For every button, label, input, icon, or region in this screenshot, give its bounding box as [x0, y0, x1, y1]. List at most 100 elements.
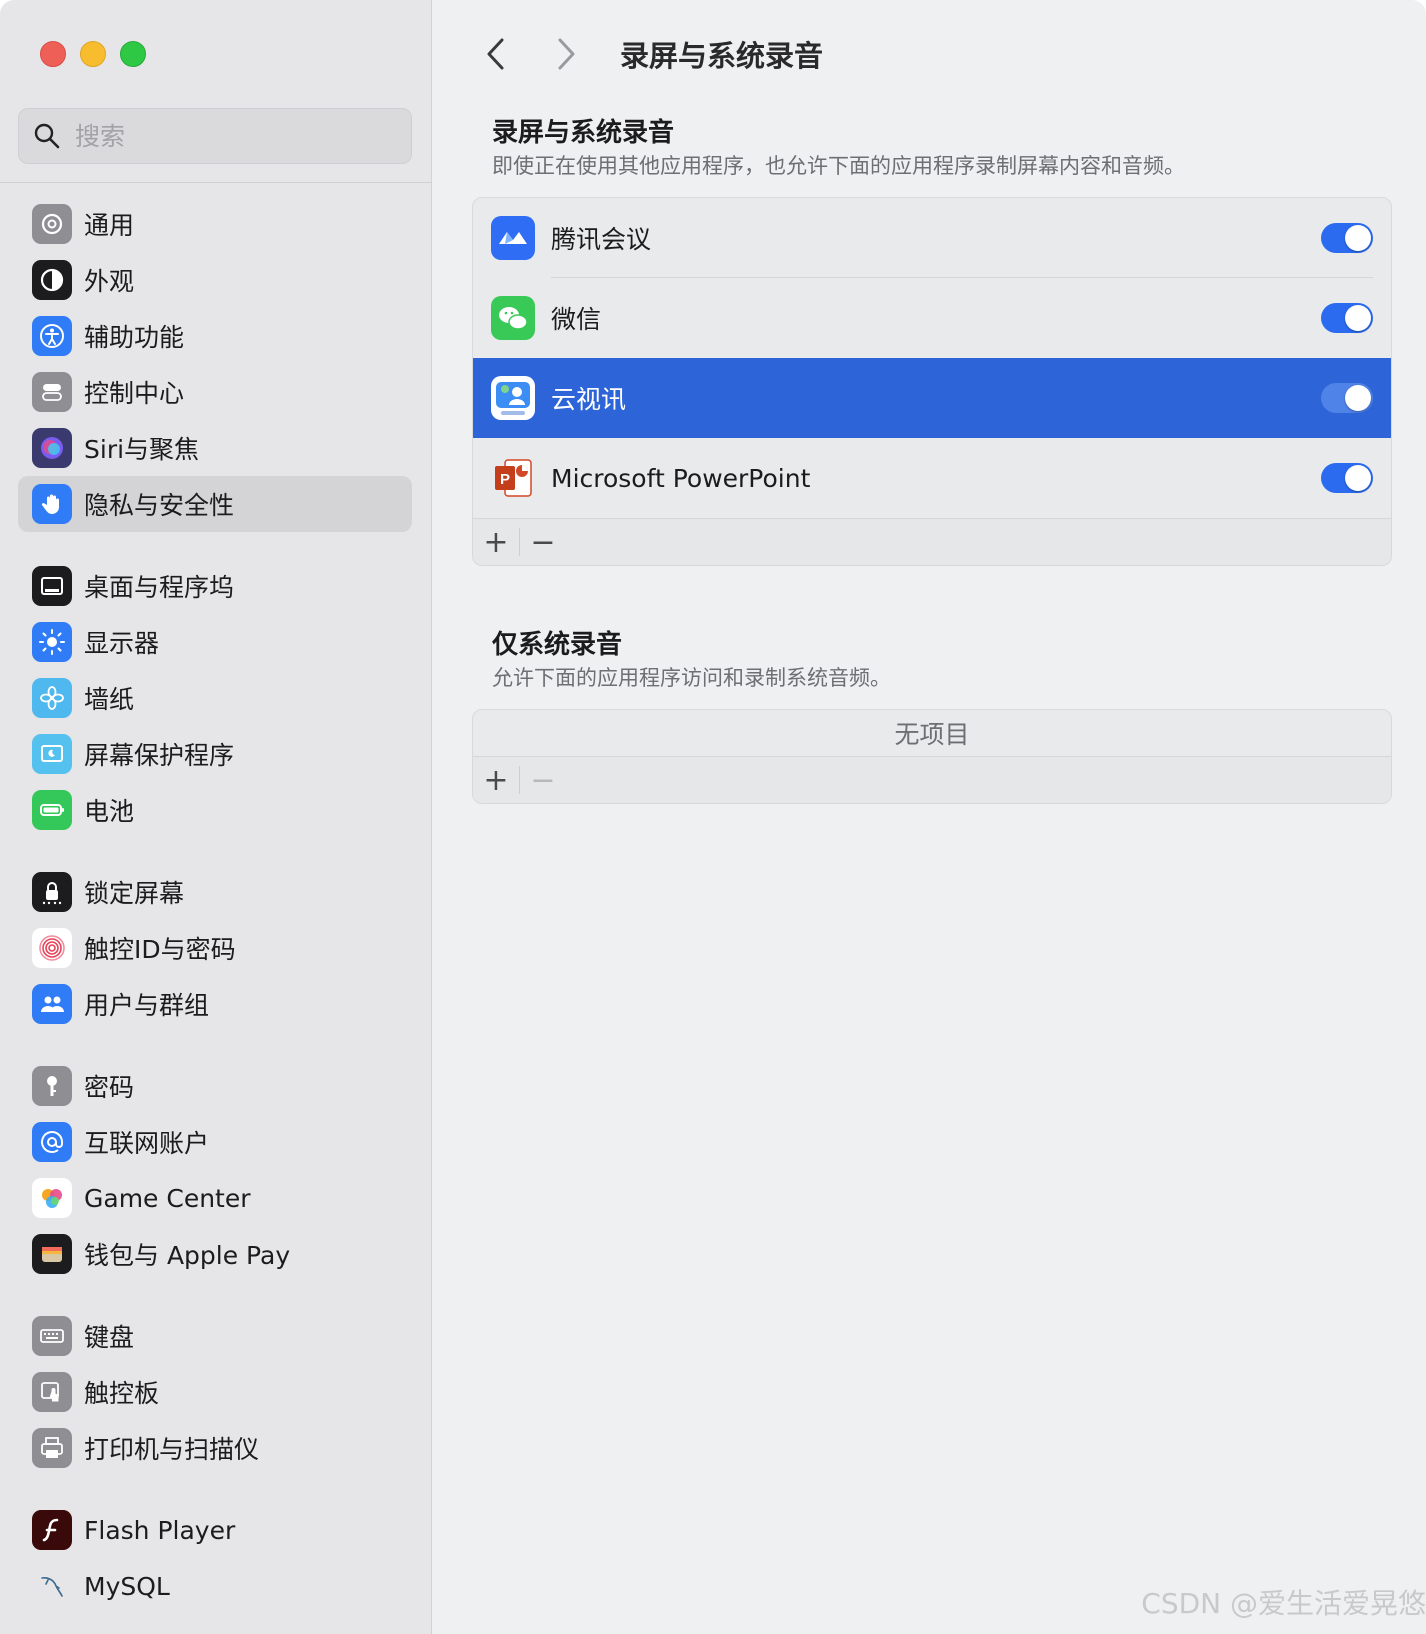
sidebar-item[interactable]: 桌面与程序坞 [18, 558, 412, 614]
gear-icon [32, 204, 72, 244]
key-icon [32, 1066, 72, 1106]
screensaver-icon [32, 734, 72, 774]
sidebar-item[interactable]: 触控ID与密码 [18, 920, 412, 976]
trackpad-icon [32, 1372, 72, 1412]
sidebar-item[interactable]: Flash Player [18, 1502, 412, 1558]
remove-app-button[interactable]: − [520, 519, 566, 565]
screen-apps-list: 腾讯会议微信云视讯 P Microsoft PowerPoint + − [472, 197, 1392, 566]
main-pane: 录屏与系统录音 录屏与系统录音 即使正在使用其他应用程序，也允许下面的应用程序录… [432, 0, 1426, 1634]
chevron-right-icon [558, 38, 575, 70]
sidebar-item[interactable]: 显示器 [18, 614, 412, 670]
screen-section-title: 录屏与系统录音 [492, 118, 675, 148]
search-field[interactable] [18, 108, 412, 164]
sidebar: 通用外观辅助功能控制中心 Siri与聚焦隐私与安全性桌面与程序坞显示器墙纸屏幕保护… [0, 0, 432, 1634]
tencent-meeting-icon [491, 216, 535, 260]
sidebar-item-label: 锁定屏幕 [84, 879, 185, 908]
back-button[interactable] [476, 30, 516, 78]
sidebar-item[interactable]: 互联网账户 [18, 1114, 412, 1170]
sidebar-item-label: 用户与群组 [84, 991, 210, 1020]
remove-audio-app-button[interactable]: − [520, 757, 566, 803]
hand-icon [32, 484, 72, 524]
sidebar-item[interactable]: MySQL [18, 1558, 412, 1614]
sidebar-item-label: 键盘 [84, 1323, 135, 1352]
sidebar-item[interactable]: 键盘 [18, 1308, 412, 1364]
sidebar-item[interactable]: 触控板 [18, 1364, 412, 1420]
flash-icon [32, 1510, 72, 1550]
app-row[interactable]: P Microsoft PowerPoint [473, 438, 1391, 518]
permission-toggle[interactable] [1321, 463, 1373, 493]
dolphin-icon [32, 1566, 72, 1606]
sidebar-item-label: 显示器 [84, 629, 160, 658]
sidebar-item[interactable]: 用户与群组 [18, 976, 412, 1032]
at-icon [32, 1122, 72, 1162]
sidebar-item[interactable]: 屏幕保护程序 [18, 726, 412, 782]
app-name: 腾讯会议 [551, 225, 652, 254]
app-name: 云视讯 [551, 385, 627, 414]
siri-icon [32, 428, 72, 468]
close-button[interactable] [40, 41, 66, 67]
forward-button[interactable] [546, 30, 586, 78]
sidebar-item-label: 互联网账户 [84, 1129, 210, 1158]
sidebar-item-label: Siri与聚焦 [84, 435, 200, 464]
search-input[interactable] [73, 120, 397, 152]
permission-toggle[interactable] [1321, 223, 1373, 253]
sidebar-item[interactable]: 通用 [18, 196, 412, 252]
sidebar-item-label: 辅助功能 [84, 323, 185, 352]
sidebar-item-label: Game Center [84, 1183, 251, 1213]
app-row[interactable]: 微信 [473, 278, 1391, 358]
sidebar-item-label: 打印机与扫描仪 [84, 1435, 260, 1464]
settings-window: 通用外观辅助功能控制中心 Siri与聚焦隐私与安全性桌面与程序坞显示器墙纸屏幕保护… [0, 0, 1426, 1634]
sidebar-item-label: 墙纸 [84, 685, 135, 714]
sidebar-item[interactable]: 锁定屏幕 [18, 864, 412, 920]
app-row[interactable]: 腾讯会议 [473, 198, 1391, 278]
app-row[interactable]: 云视讯 [473, 358, 1391, 438]
sidebar-item[interactable]: 密码 [18, 1058, 412, 1114]
sidebar-item[interactable]: Siri与聚焦 [18, 420, 412, 476]
sidebar-item[interactable]: 控制中心 [18, 364, 412, 420]
sidebar-item[interactable]: Game Center [18, 1170, 412, 1226]
sidebar-item[interactable]: 外观 [18, 252, 412, 308]
search-icon [34, 123, 60, 149]
add-audio-app-button[interactable]: + [473, 757, 519, 803]
add-app-button[interactable]: + [473, 519, 519, 565]
wallet-icon [32, 1234, 72, 1274]
sidebar-divider [0, 182, 432, 183]
cloud-video-icon [491, 376, 535, 420]
audio-list-footer: + − [473, 756, 1391, 803]
zoom-button[interactable] [120, 41, 146, 67]
lock-icon [32, 872, 72, 912]
audio-section-subtitle: 允许下面的应用程序访问和录制系统音频。 [492, 666, 891, 690]
sidebar-item-label: 控制中心 [84, 379, 185, 408]
permission-toggle[interactable] [1321, 303, 1373, 333]
sidebar-item[interactable]: 辅助功能 [18, 308, 412, 364]
sidebar-item[interactable]: 电池 [18, 782, 412, 838]
wechat-icon [491, 296, 535, 340]
audio-section-title: 仅系统录音 [492, 630, 623, 660]
sidebar-item[interactable]: 钱包与 Apple Pay [18, 1226, 412, 1282]
keyboard-icon [32, 1316, 72, 1356]
sidebar-item[interactable]: 打印机与扫描仪 [18, 1420, 412, 1476]
flower-icon [32, 678, 72, 718]
printer-icon [32, 1428, 72, 1468]
sidebar-item-label: 密码 [84, 1073, 135, 1102]
window-controls [40, 41, 146, 67]
screen-list-footer: + − [473, 518, 1391, 565]
sidebar-item-label: 钱包与 Apple Pay [84, 1241, 291, 1270]
battery-icon [32, 790, 72, 830]
sidebar-item[interactable]: 隐私与安全性 [18, 476, 412, 532]
app-name: Microsoft PowerPoint [551, 463, 811, 493]
fingerprint-icon [32, 928, 72, 968]
toolbar: 录屏与系统录音 [432, 30, 823, 78]
toggle-knob [1345, 305, 1371, 331]
minimize-button[interactable] [80, 41, 106, 67]
users-icon [32, 984, 72, 1024]
game-center-icon [32, 1178, 72, 1218]
sidebar-item[interactable]: 墙纸 [18, 670, 412, 726]
permission-toggle[interactable] [1321, 383, 1373, 413]
sidebar-nav: 通用 外观辅助功能控制中心 Siri与聚焦隐私与安全性 桌面与程序坞显示器墙纸屏幕保护… [18, 196, 412, 1614]
toggle-knob [1345, 465, 1371, 491]
